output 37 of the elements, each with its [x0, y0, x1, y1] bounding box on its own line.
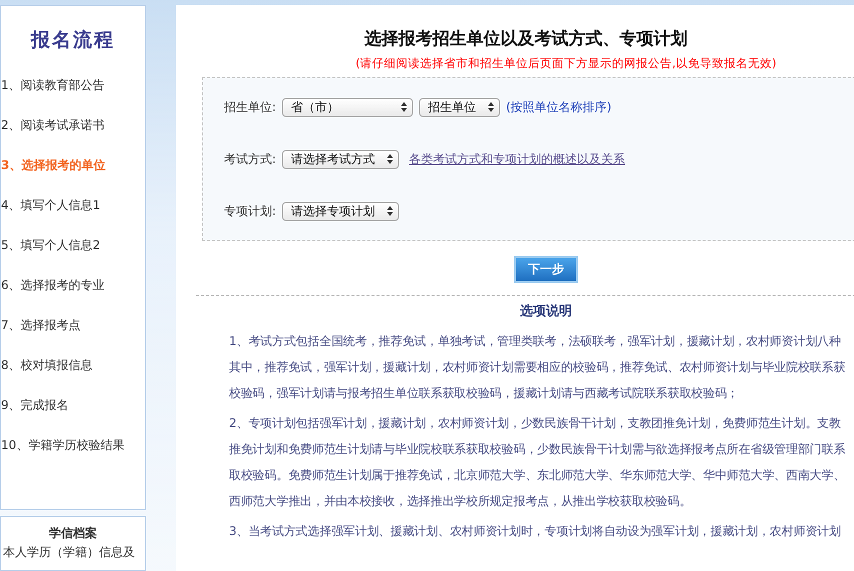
- sidebar-title: 报名流程: [30, 28, 116, 53]
- note-text: 2、专项计划包括强军计划，援藏计划，农村师资计划，少数民族骨干计划，支教团推免计划，免费师范生计划。支教: [229, 415, 842, 432]
- link[interactable]: 各类考试方式和专项计划的概述以及关系: [409, 150, 626, 168]
- step-item[interactable]: 6、选择报考的专业: [1, 275, 145, 295]
- note-text: 推免计划和免费师范生计划请与毕业院校联系获取校验码，少数民族骨干计划需与欲选择报考点所在省级管理部门联系: [229, 441, 846, 458]
- step-item[interactable]: 7、选择报考点: [1, 315, 145, 335]
- archive-title: 学信档案: [48, 525, 98, 542]
- step-item[interactable]: 9、完成报名: [1, 395, 145, 415]
- dropdown[interactable]: 请选择专项计划: [282, 202, 400, 220]
- step-item[interactable]: 4、填写个人信息1: [1, 195, 145, 215]
- link[interactable]: (按照单位名称排序): [506, 98, 612, 116]
- step-item[interactable]: 2、阅读考试承诺书: [1, 115, 145, 135]
- note-text: 西师范大学推出，并由本校接收，选择推出学校所规定报考点，从推出学校获取校验码。: [229, 493, 692, 510]
- step-item[interactable]: 5、填写个人信息2: [1, 235, 145, 255]
- dropdown-arrows-icon: [387, 206, 394, 216]
- dropdown[interactable]: 请选择考试方式: [282, 150, 400, 168]
- field-label: 招生单位:: [224, 98, 276, 116]
- archive-text: 本人学历（学籍）信息及: [2, 544, 136, 561]
- step-item[interactable]: 1、阅读教育部公告: [1, 75, 145, 95]
- note-text: 其中，推荐免试，强军计划，援藏计划，农村师资计划需要相应的校验码，推荐免试、农村师资计划与毕业院校联系获: [229, 359, 846, 376]
- section-heading: 选项说明: [519, 303, 573, 321]
- field-label: 专项计划:: [224, 202, 276, 220]
- field-label: 考试方式:: [224, 150, 276, 168]
- page-title: 选择报考招生单位以及考试方式、专项计划: [364, 28, 688, 51]
- dropdown-arrows-icon: [488, 102, 494, 112]
- note-text: 取校验码。免费师范生计划属于推荐免试，北京师范大学、东北师范大学、华东师范大学、华中师范大学、西南大学、: [229, 467, 846, 484]
- note-text: 校验码，强军计划请与报考招生单位联系获取校验码，援藏计划请与西藏考试院联系获取校验码；: [229, 385, 740, 402]
- note-text: 3、当考试方式选择强军计划、援藏计划、农村师资计划时，专项计划将自动设为强军计划，援藏计划，农村师资计划: [229, 523, 842, 540]
- note-text: 1、考试方式包括全国统考，推荐免试，单独考试，管理类联考，法硕联考，强军计划，援藏计划，农村师资计划八种: [229, 333, 842, 350]
- step-item[interactable]: 8、校对填报信息: [1, 355, 145, 375]
- step-item[interactable]: 10、学籍学历校验结果: [1, 435, 145, 455]
- next-button[interactable]: 下一步: [514, 256, 578, 283]
- dropdown-arrows-icon: [387, 154, 394, 164]
- dropdown-arrows-icon: [401, 102, 408, 112]
- dropdown[interactable]: 省（市）: [282, 98, 414, 116]
- warning-notice: (请仔细阅读选择省市和招生单位后页面下方显示的网报公告,以免导致报名无效): [354, 56, 778, 71]
- dropdown[interactable]: 招生单位: [419, 98, 500, 116]
